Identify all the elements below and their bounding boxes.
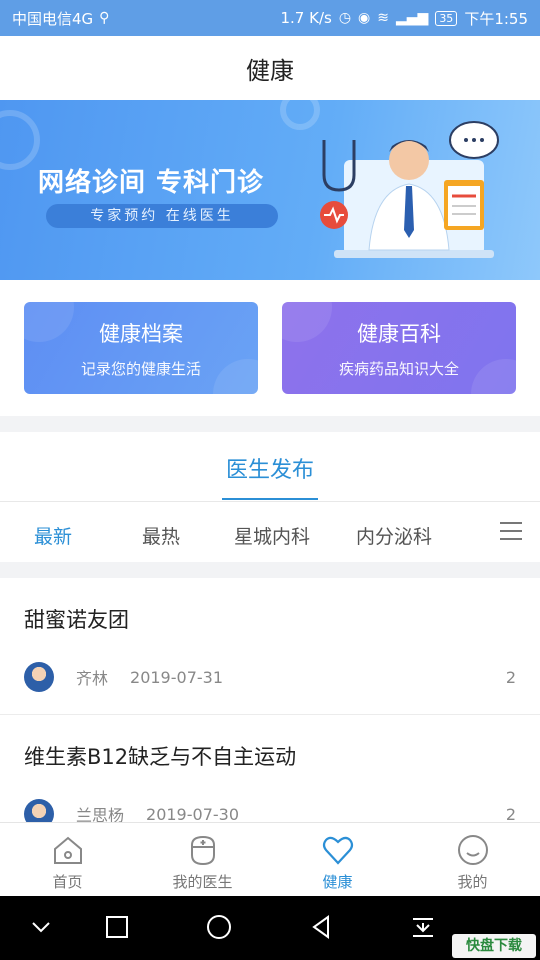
card-subtitle: 记录您的健康生活 [80, 360, 201, 378]
usb-icon: ⚲ [99, 10, 110, 26]
wifi-icon: ≋ [377, 10, 389, 26]
doctor-posts-section: 医生发布 [0, 432, 540, 502]
status-bar: 中国电信4G ⚲ 1.7 K/s ◷ ◉ ≋ ▂▄▆ 35 下午1:55 [0, 0, 540, 36]
back-icon[interactable] [306, 912, 336, 942]
network-speed: 1.7 K/s [280, 9, 332, 27]
comment-count: 2 [505, 667, 516, 687]
tab-hottest[interactable]: 最热 [142, 522, 180, 549]
clock: 下午1:55 [464, 9, 528, 28]
heart-icon [322, 836, 353, 865]
app-header: 健康 [0, 36, 540, 100]
carrier-label: 中国电信4G [12, 9, 94, 28]
category-tabs: 最新 最热 星城内科 内分泌科 [0, 502, 540, 562]
chevron-down-icon[interactable] [26, 912, 56, 942]
article-title: 甜蜜诺友团 [24, 608, 129, 632]
bottom-navigation: 首页 我的医生 健康 我的 [0, 822, 540, 896]
article-meta: 齐林 2019-07-31 2 [24, 662, 516, 692]
eye-icon: ◉ [358, 10, 371, 26]
recent-apps-icon[interactable] [102, 912, 132, 942]
watermark-logo: 快盘下载 [452, 934, 536, 958]
article-list: 甜蜜诺友团 齐林 2019-07-31 2 维生素B12缺乏与不自主运动 兰思杨… [0, 578, 540, 822]
home-icon [53, 836, 82, 864]
doctor-icon [190, 835, 215, 866]
promo-banner[interactable]: 网络诊间 专科门诊 专家预约 在线医生 [0, 100, 540, 280]
card-subtitle: 疾病药品知识大全 [338, 360, 459, 378]
nav-profile[interactable]: 我的 [405, 823, 540, 896]
doctor-illustration-icon [320, 121, 499, 258]
nav-label: 健康 [322, 873, 353, 891]
health-encyclopedia-card[interactable]: 健康百科 疾病药品知识大全 [282, 302, 516, 394]
comment-count: 2 [505, 804, 516, 823]
health-records-card[interactable]: 健康档案 记录您的健康生活 [24, 302, 258, 394]
author-name: 兰思杨 [76, 806, 125, 822]
nav-my-doctor[interactable]: 我的医生 [135, 823, 270, 896]
banner-subtitle: 专家预约 在线医生 [46, 204, 278, 228]
nav-health[interactable]: 健康 [270, 823, 405, 896]
profile-icon [457, 835, 488, 865]
tab-endocrinology[interactable]: 内分泌科 [356, 522, 432, 549]
author-name: 齐林 [76, 669, 109, 688]
alarm-icon: ◷ [338, 10, 352, 26]
list-item[interactable]: 甜蜜诺友团 齐林 2019-07-31 2 [0, 578, 540, 715]
publish-date: 2019-07-30 [146, 804, 239, 823]
notification-pull-icon[interactable] [408, 912, 438, 942]
battery-icon: 35 [435, 10, 458, 26]
feature-cards: 健康档案 记录您的健康生活 健康百科 疾病药品知识大全 [0, 280, 540, 416]
nav-label: 我的 [457, 873, 488, 891]
nav-home[interactable]: 首页 [0, 823, 135, 896]
page-title: 健康 [246, 56, 294, 85]
tab-internal-medicine[interactable]: 星城内科 [234, 522, 310, 549]
banner-title: 网络诊间 专科门诊 [38, 168, 265, 198]
publish-date: 2019-07-31 [130, 667, 223, 687]
signal-icon: ▂▄▆ [396, 10, 429, 26]
article-title: 维生素B12缺乏与不自主运动 [24, 745, 297, 769]
tab-latest[interactable]: 最新 [34, 522, 72, 549]
nav-label: 首页 [52, 873, 83, 891]
menu-icon[interactable] [500, 522, 522, 540]
list-item[interactable]: 维生素B12缺乏与不自主运动 兰思杨 2019-07-30 2 [0, 715, 540, 822]
avatar [24, 662, 54, 692]
nav-label: 我的医生 [172, 873, 233, 891]
article-meta: 兰思杨 2019-07-30 2 [24, 799, 516, 822]
home-circle-icon[interactable] [204, 912, 234, 942]
banner-decoration [0, 110, 40, 170]
section-title[interactable]: 医生发布 [221, 452, 318, 500]
avatar [24, 799, 54, 822]
